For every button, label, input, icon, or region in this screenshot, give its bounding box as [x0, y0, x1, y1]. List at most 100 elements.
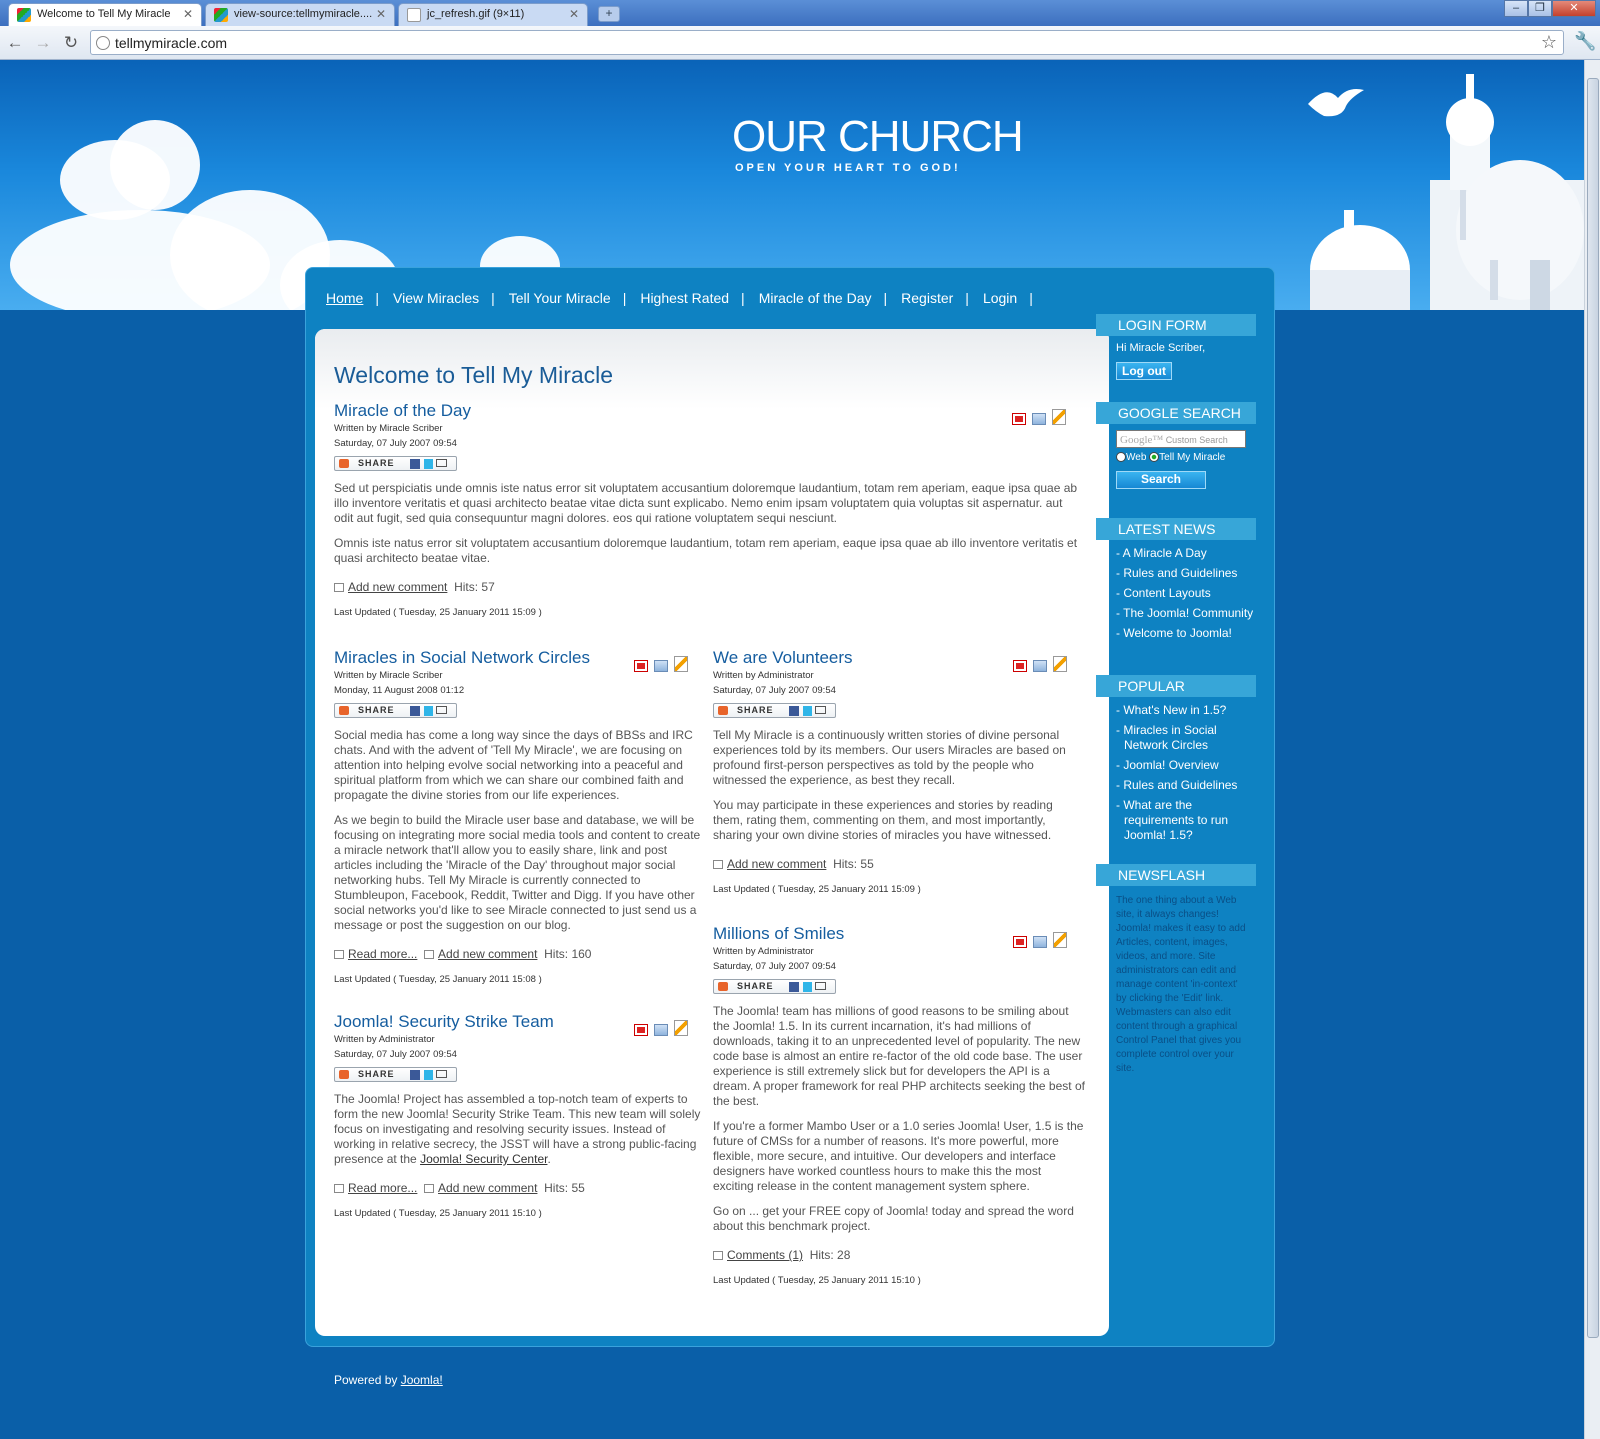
article-right: We are Volunteers Written by Administrat…: [713, 648, 1085, 895]
share-button[interactable]: SHARE: [713, 979, 836, 994]
add-comment-link[interactable]: Add new comment: [348, 580, 447, 594]
footer-text: Powered by: [334, 1373, 401, 1387]
latest-news-link[interactable]: A Miracle A Day: [1123, 546, 1207, 560]
login-form-heading: LOGIN FORM: [1096, 314, 1256, 336]
menu-item-highest-rated[interactable]: Highest Rated: [640, 290, 729, 306]
joomla-favicon-icon: [17, 8, 31, 22]
popular-link[interactable]: Rules and Guidelines: [1123, 778, 1237, 792]
menu-item-login[interactable]: Login: [983, 290, 1017, 306]
popular-link[interactable]: What are the requirements to run Joomla!…: [1123, 798, 1228, 842]
pdf-icon[interactable]: [634, 660, 648, 672]
paragraph-text: .: [547, 1152, 551, 1166]
article-body: Tell My Miracle is a continuously writte…: [713, 728, 1085, 843]
login-form: Hi Miracle Scriber, Log out: [1096, 336, 1256, 402]
close-window-button[interactable]: ✕: [1552, 0, 1596, 17]
tab-close-icon[interactable]: ✕: [569, 7, 579, 21]
share-button[interactable]: SHARE: [334, 703, 457, 718]
read-more-link[interactable]: Read more...: [348, 1181, 417, 1195]
read-more-link[interactable]: Read more...: [348, 947, 417, 961]
add-comment-link[interactable]: Add new comment: [438, 947, 537, 961]
popular-link[interactable]: What's New in 1.5?: [1123, 703, 1226, 717]
menu-separator: |: [741, 290, 745, 306]
envelope-icon: [436, 706, 447, 714]
email-icon[interactable]: [654, 1024, 668, 1036]
tab-close-icon[interactable]: ✕: [376, 7, 386, 21]
scrollbar-thumb[interactable]: [1587, 78, 1599, 1338]
security-center-link[interactable]: Joomla! Security Center: [420, 1152, 547, 1166]
tab-close-icon[interactable]: ✕: [183, 7, 193, 21]
edit-icon[interactable]: [1053, 656, 1067, 672]
email-icon[interactable]: [1033, 660, 1047, 672]
email-icon[interactable]: [1033, 936, 1047, 948]
joomla-link[interactable]: Joomla!: [401, 1373, 443, 1387]
share-button[interactable]: SHARE: [713, 703, 836, 718]
radio-web-label: Web: [1126, 452, 1147, 463]
menu-item-tell-your-miracle[interactable]: Tell Your Miracle: [509, 290, 611, 306]
edit-icon[interactable]: [1052, 409, 1066, 425]
popular-link[interactable]: Miracles in Social Network Circles: [1123, 723, 1216, 752]
article-date: Saturday, 07 July 2007 09:54: [713, 685, 836, 696]
browser-tab-active[interactable]: Welcome to Tell My Miracle ✕: [8, 3, 202, 26]
back-button[interactable]: ←: [4, 32, 26, 54]
reload-button[interactable]: ↻: [60, 32, 82, 54]
list-item: - Content Layouts: [1116, 586, 1211, 600]
logout-button[interactable]: Log out: [1116, 362, 1172, 380]
share-button[interactable]: SHARE: [334, 1067, 457, 1082]
last-updated: Last Updated ( Tuesday, 25 January 2011 …: [713, 1275, 921, 1286]
article-title[interactable]: Miracle of the Day: [334, 401, 1084, 421]
search-button[interactable]: Search: [1116, 471, 1206, 489]
facebook-icon: [789, 706, 799, 716]
share-label: SHARE: [737, 705, 774, 715]
address-bar[interactable]: ☆: [90, 30, 1564, 55]
article-paragraph: Sed ut perspiciatis unde omnis iste natu…: [334, 481, 1078, 525]
pdf-icon[interactable]: [1013, 936, 1027, 948]
comments-link[interactable]: Comments (1): [727, 1248, 803, 1262]
email-icon[interactable]: [654, 660, 668, 672]
google-brand: Google™: [1120, 434, 1164, 446]
latest-news-module: - A Miracle A Day - Rules and Guidelines…: [1096, 540, 1256, 675]
globe-icon: [96, 36, 110, 50]
add-comment-link[interactable]: Add new comment: [438, 1181, 537, 1195]
browser-tab[interactable]: jc_refresh.gif (9×11) ✕: [398, 3, 588, 26]
browser-tab[interactable]: view-source:tellmymiracle.... ✕: [205, 3, 395, 26]
edit-icon[interactable]: [674, 1020, 688, 1036]
edit-icon[interactable]: [1053, 932, 1067, 948]
latest-news-link[interactable]: Content Layouts: [1123, 586, 1210, 600]
menu-item-view-miracles[interactable]: View Miracles: [393, 290, 479, 306]
article-paragraph: The Joomla! team has millions of good re…: [713, 1004, 1085, 1108]
new-tab-button[interactable]: +: [598, 6, 620, 22]
latest-news-heading: LATEST NEWS: [1096, 518, 1256, 540]
pdf-icon[interactable]: [634, 1024, 648, 1036]
edit-icon[interactable]: [674, 656, 688, 672]
menu-item-register[interactable]: Register: [901, 290, 953, 306]
minimize-button[interactable]: –: [1504, 0, 1528, 17]
latest-news-link[interactable]: The Joomla! Community: [1123, 606, 1253, 620]
latest-news-link[interactable]: Welcome to Joomla!: [1123, 626, 1232, 640]
add-comment-link[interactable]: Add new comment: [727, 857, 826, 871]
article-paragraph: You may participate in these experiences…: [713, 798, 1053, 842]
article-paragraph: Go on ... get your FREE copy of Joomla! …: [713, 1204, 1074, 1233]
main-content: Welcome to Tell My Miracle Miracle of th…: [315, 329, 1109, 1336]
popular-link[interactable]: Joomla! Overview: [1123, 758, 1218, 772]
latest-news-link[interactable]: Rules and Guidelines: [1123, 566, 1237, 580]
pdf-icon[interactable]: [1013, 660, 1027, 672]
radio-web[interactable]: [1116, 452, 1126, 463]
bookmark-star-icon[interactable]: ☆: [1541, 32, 1557, 53]
google-search-input[interactable]: Google™ Custom Search: [1116, 430, 1246, 448]
pdf-icon[interactable]: [1012, 413, 1026, 425]
menu-item-miracle-of-the-day[interactable]: Miracle of the Day: [759, 290, 872, 306]
vertical-scrollbar[interactable]: [1584, 60, 1600, 1439]
menu-separator: |: [622, 290, 627, 306]
menu-item-home[interactable]: Home: [326, 290, 363, 306]
radio-site[interactable]: [1149, 452, 1160, 463]
page-viewport: OUR CHURCH OPEN YOUR HEART TO GOD! Home |…: [0, 60, 1584, 1439]
facebook-icon: [410, 1070, 420, 1080]
article-icons: [628, 656, 688, 672]
email-icon[interactable]: [1032, 413, 1046, 425]
google-search-heading: GOOGLE SEARCH: [1096, 402, 1256, 424]
maximize-button[interactable]: ❐: [1528, 0, 1552, 17]
url-input[interactable]: [115, 33, 1515, 52]
wrench-menu-icon[interactable]: 🔧: [1574, 31, 1596, 52]
forward-button[interactable]: →: [32, 32, 54, 54]
share-button[interactable]: SHARE: [334, 456, 457, 471]
